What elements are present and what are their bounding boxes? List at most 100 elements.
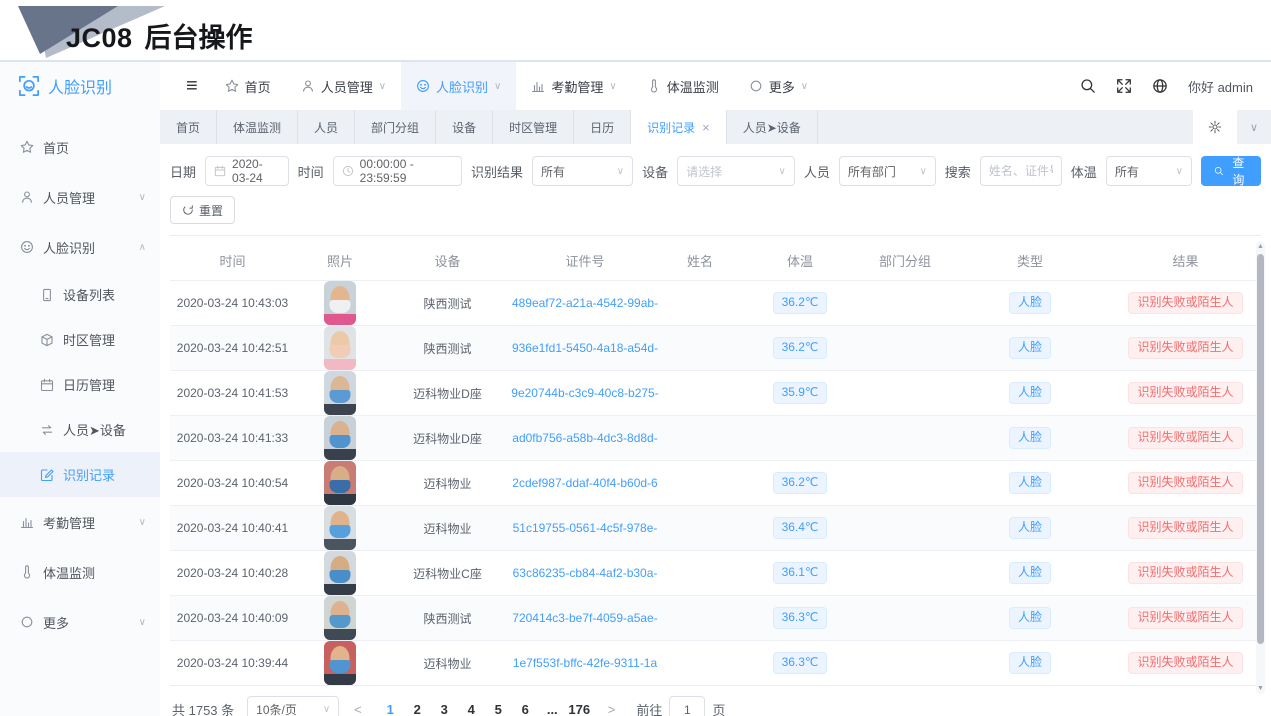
next-page-button[interactable]: > xyxy=(606,702,618,716)
nav-item-more[interactable]: 更多 ∨ xyxy=(734,62,823,110)
sidebar-item-face-recognition[interactable]: 人脸识别 ∧ xyxy=(0,222,160,272)
table-row[interactable]: 2020-03-24 10:41:53 迈科物业D座 9e20744b-c3c9… xyxy=(170,370,1261,415)
scroll-up-arrow[interactable]: ▲ xyxy=(1257,242,1264,252)
record-id-link[interactable]: ad0fb756-a58b-4dc3-8d8d- xyxy=(512,431,657,445)
search-filter-label: 搜索 xyxy=(945,162,971,181)
tab[interactable]: 日历 × xyxy=(574,110,631,144)
app-logo[interactable]: 人脸识别 xyxy=(0,62,160,110)
reset-button[interactable]: 重置 xyxy=(170,196,235,224)
table-row[interactable]: 2020-03-24 10:42:51 陕西测试 936e1fd1-5450-4… xyxy=(170,325,1261,370)
sidebar-item-timezone-management[interactable]: 时区管理 xyxy=(0,317,160,362)
record-photo[interactable] xyxy=(295,551,385,595)
tab[interactable]: 设备 × xyxy=(436,110,493,144)
tab-dropdown-chevron[interactable]: ∨ xyxy=(1237,110,1271,144)
smiley-icon xyxy=(20,240,34,254)
user-icon xyxy=(301,79,315,93)
record-photo[interactable] xyxy=(295,461,385,505)
page-number[interactable]: 4 xyxy=(458,702,485,716)
record-device: 迈科物业 xyxy=(385,655,510,672)
record-photo[interactable] xyxy=(295,281,385,325)
goto-page-input[interactable] xyxy=(669,696,705,716)
tab[interactable]: 时区管理 × xyxy=(493,110,574,144)
record-photo[interactable] xyxy=(295,506,385,550)
tab[interactable]: 人员➤设备 × xyxy=(727,110,818,144)
record-id-link[interactable]: 51c19755-0561-4c5f-978e- xyxy=(513,521,658,535)
record-id-link[interactable]: 63c86235-cb84-4af2-b30a- xyxy=(513,566,658,580)
page-size-select[interactable]: 10条/页 ∨ xyxy=(247,696,339,716)
date-filter-label: 日期 xyxy=(170,162,196,181)
scroll-down-arrow[interactable]: ▼ xyxy=(1257,684,1264,694)
page-number[interactable]: 2 xyxy=(404,702,431,716)
table-row[interactable]: 2020-03-24 10:40:28 迈科物业C座 63c86235-cb84… xyxy=(170,550,1261,595)
tab[interactable]: 首页 × xyxy=(160,110,217,144)
search-icon[interactable] xyxy=(1080,78,1096,94)
page-number[interactable]: 5 xyxy=(485,702,512,716)
query-button[interactable]: 查询 xyxy=(1201,156,1261,186)
table-row[interactable]: 2020-03-24 10:41:33 迈科物业D座 ad0fb756-a58b… xyxy=(170,415,1261,460)
record-id-link[interactable]: 9e20744b-c3c9-40c8-b275- xyxy=(511,386,658,400)
hamburger-menu-icon[interactable]: ≡ xyxy=(174,75,210,98)
edit-icon xyxy=(40,468,54,482)
person-select[interactable]: 所有部门 ∨ xyxy=(839,156,936,186)
table-row[interactable]: 2020-03-24 10:43:03 陕西测试 489eaf72-a21a-4… xyxy=(170,280,1261,325)
page-number[interactable]: ... xyxy=(539,702,566,716)
sidebar-item-device-list[interactable]: 设备列表 xyxy=(0,272,160,317)
table-row[interactable]: 2020-03-24 10:40:54 迈科物业 2cdef987-ddaf-4… xyxy=(170,460,1261,505)
tab-settings-button[interactable] xyxy=(1193,110,1237,144)
sidebar-item-person-management[interactable]: 人员管理 ∨ xyxy=(0,172,160,222)
record-id-link[interactable]: 936e1fd1-5450-4a18-a54d- xyxy=(512,341,658,355)
page-number[interactable]: 3 xyxy=(431,702,458,716)
chevron-down-icon: ∨ xyxy=(617,166,624,177)
record-photo[interactable] xyxy=(295,641,385,685)
sidebar-item-more[interactable]: 更多 ∨ xyxy=(0,597,160,647)
nav-item-temperature-monitor[interactable]: 体温监测 xyxy=(632,62,734,110)
face-photo-thumbnail xyxy=(324,281,356,325)
nav-item-attendance-management[interactable]: 考勤管理 ∨ xyxy=(516,62,631,110)
type-badge: 人脸 xyxy=(1009,427,1051,449)
tab[interactable]: 识别记录 × xyxy=(631,110,727,144)
table-scrollbar[interactable]: ▲ ▼ xyxy=(1256,242,1265,694)
record-photo[interactable] xyxy=(295,596,385,640)
fullscreen-icon[interactable] xyxy=(1116,78,1132,94)
nav-item-face-recognition[interactable]: 人脸识别 ∨ xyxy=(401,62,516,110)
date-input[interactable]: 2020-03-24 xyxy=(205,156,289,186)
page-number[interactable]: 1 xyxy=(377,702,404,716)
page-number[interactable]: 176 xyxy=(566,702,593,716)
record-id-link[interactable]: 720414c3-be7f-4059-a5ae- xyxy=(512,611,657,625)
page-number[interactable]: 6 xyxy=(512,702,539,716)
table-row[interactable]: 2020-03-24 10:40:09 陕西测试 720414c3-be7f-4… xyxy=(170,595,1261,640)
time-range-input[interactable]: 00:00:00 - 23:59:59 xyxy=(333,156,462,186)
globe-icon[interactable] xyxy=(1152,78,1168,94)
temp-select[interactable]: 所有 ∨ xyxy=(1106,156,1192,186)
result-select[interactable]: 所有 ∨ xyxy=(532,156,633,186)
record-photo[interactable] xyxy=(295,371,385,415)
sidebar-item-recognition-records[interactable]: 识别记录 xyxy=(0,452,160,497)
device-select[interactable]: 请选择 ∨ xyxy=(677,156,795,186)
search-input[interactable] xyxy=(989,164,1053,178)
page-banner: JC08 后台操作 xyxy=(0,0,1271,62)
prev-page-button[interactable]: < xyxy=(352,702,364,716)
record-id-link[interactable]: 489eaf72-a21a-4542-99ab- xyxy=(512,296,658,310)
column-header-type: 类型 xyxy=(950,251,1110,270)
sidebar-item-temperature-monitor[interactable]: 体温监测 xyxy=(0,547,160,597)
table-row[interactable]: 2020-03-24 10:40:41 迈科物业 51c19755-0561-4… xyxy=(170,505,1261,550)
sidebar-item-home[interactable]: 首页 xyxy=(0,122,160,172)
table-row[interactable]: 2020-03-24 10:39:44 迈科物业 1e7f553f-bffc-4… xyxy=(170,640,1261,685)
tab-close-icon[interactable]: × xyxy=(702,121,710,134)
sidebar-item-attendance-management[interactable]: 考勤管理 ∨ xyxy=(0,497,160,547)
nav-item-person-management[interactable]: 人员管理 ∨ xyxy=(286,62,401,110)
sidebar-item-label: 首页 xyxy=(43,138,69,157)
record-id-link[interactable]: 1e7f553f-bffc-42fe-9311-1a xyxy=(513,656,657,670)
sidebar-item-calendar-management[interactable]: 日历管理 xyxy=(0,362,160,407)
sidebar-item-person-device[interactable]: 人员➤设备 xyxy=(0,407,160,452)
tab[interactable]: 体温监测 × xyxy=(217,110,298,144)
tab[interactable]: 部门分组 × xyxy=(355,110,436,144)
scrollbar-thumb[interactable] xyxy=(1257,254,1264,644)
user-greeting[interactable]: 你好 admin xyxy=(1188,77,1253,96)
record-photo[interactable] xyxy=(295,326,385,370)
record-photo[interactable] xyxy=(295,416,385,460)
temp-filter-label: 体温 xyxy=(1071,162,1097,181)
record-id-link[interactable]: 2cdef987-ddaf-40f4-b60d-6 xyxy=(512,476,657,490)
tab[interactable]: 人员 × xyxy=(298,110,355,144)
nav-item-home[interactable]: 首页 xyxy=(210,62,286,110)
